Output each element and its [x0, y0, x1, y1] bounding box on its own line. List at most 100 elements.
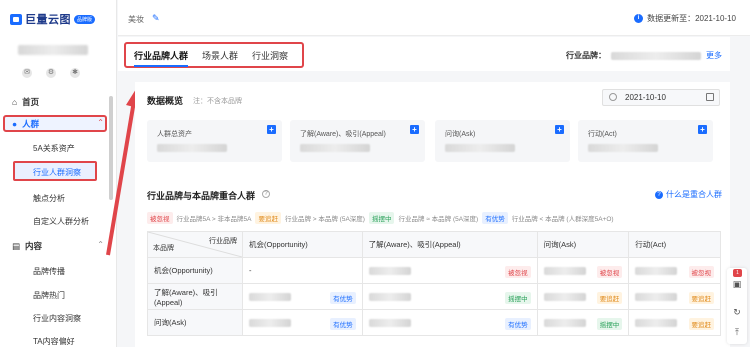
cell-value-redacted: [249, 319, 291, 327]
topbar: 美妆 ✎ i 数据更新至：2021-10-10: [118, 0, 750, 36]
user-name-redacted: [18, 45, 88, 55]
content-icon: ▤: [12, 240, 21, 251]
sidebar-item-industry-crowd[interactable]: 行业人群洞察: [33, 167, 81, 178]
table-row: 问询(Ask) 有优势 有优势 摇摆中 要追赶: [147, 309, 721, 336]
table-cell[interactable]: 有优势: [242, 309, 363, 336]
table-row: 了解(Aware)、吸引(Appeal) 有优势 摇摆中 要追赶 要追赶: [147, 283, 721, 310]
cell-value-redacted: [368, 319, 411, 327]
legend-tag-catch-up: 要追赶: [255, 212, 281, 224]
what-is-overlap-link[interactable]: ? 什么是重合人群: [655, 189, 722, 200]
overview-card-total: 人群总资产 +: [147, 120, 282, 162]
tab-industry-insight[interactable]: 行业洞察: [252, 49, 288, 62]
table-cell[interactable]: 摇摆中: [361, 283, 538, 310]
card-label: 人群总资产: [157, 131, 192, 138]
table-cell[interactable]: 被忽视: [361, 257, 538, 284]
cell-tag: 有优势: [505, 318, 531, 330]
notification-badge: 1: [733, 269, 742, 277]
more-link[interactable]: 更多: [706, 50, 722, 61]
update-info: i 数据更新至：2021-10-10: [634, 13, 736, 24]
sidebar-group-crowd[interactable]: ● 人群: [12, 118, 39, 130]
table-header-row: 行业品牌 本品牌 机会(Opportunity) 了解(Aware)、吸引(Ap…: [147, 231, 721, 258]
add-icon[interactable]: +: [267, 125, 276, 134]
card-value-redacted: [588, 144, 658, 152]
add-icon[interactable]: +: [698, 125, 707, 134]
table-cell: -: [242, 257, 363, 284]
cell-value: -: [249, 266, 252, 275]
table-row: 机会(Opportunity) - 被忽视 被忽视 被忽视: [147, 257, 721, 284]
row-header: 了解(Aware)、吸引(Appeal): [147, 283, 243, 310]
card-label: 问询(Ask): [445, 131, 476, 138]
sidebar-item-brand-spread[interactable]: 品牌传播: [33, 266, 65, 277]
tab-industry-brand-crowd[interactable]: 行业品牌人群: [134, 49, 189, 67]
edit-icon[interactable]: ✎: [152, 13, 160, 24]
refresh-icon[interactable]: ↻: [731, 306, 743, 318]
logo-icon: [10, 13, 22, 25]
sidebar-item-ta-preference[interactable]: TA内容偏好: [33, 336, 75, 347]
table-cell[interactable]: 摇摆中: [536, 309, 630, 336]
cell-tag: 被忽视: [505, 266, 531, 278]
add-icon[interactable]: +: [555, 125, 564, 134]
table-cell[interactable]: 要追赶: [628, 283, 721, 310]
sidebar-item-home[interactable]: ⌂ 首页: [12, 96, 39, 108]
legend-text: 行业品牌 < 本品牌 (人群深度5A+O): [511, 216, 614, 223]
overview-card-ask: 问询(Ask) +: [435, 120, 570, 162]
overlap-title: 行业品牌与本品牌重合人群: [147, 191, 256, 201]
sidebar-group-content[interactable]: ▤ 内容: [12, 240, 42, 252]
add-icon[interactable]: +: [410, 125, 419, 134]
cell-value-redacted: [543, 293, 586, 301]
cell-value-redacted: [635, 293, 678, 301]
cell-value-redacted: [543, 319, 586, 327]
legend-tag-swinging: 摇摆中: [368, 212, 395, 224]
cell-tag: 摇摆中: [596, 318, 623, 330]
floating-toolbar: ▣ ↻ ⤒: [727, 268, 747, 344]
tabs-bar: 行业品牌人群 场景人群 行业洞察 行业品牌： 更多: [118, 37, 730, 71]
cell-tag: 要追赶: [688, 318, 714, 330]
cell-tag: 有优势: [330, 292, 356, 304]
settings-icon[interactable]: ⚙: [46, 68, 56, 78]
cell-value-redacted: [543, 267, 586, 275]
back-to-top-icon[interactable]: ⤒: [731, 326, 743, 338]
cell-tag: 有优势: [330, 318, 356, 330]
cell-tag: 要追赶: [596, 292, 623, 304]
card-value-redacted: [300, 144, 370, 152]
sidebar-item-touchpoint[interactable]: 触点分析: [33, 193, 65, 204]
table-cell[interactable]: 要追赶: [536, 283, 630, 310]
calendar-icon: [706, 93, 714, 101]
date-picker[interactable]: 2021-10-10: [602, 89, 720, 106]
sidebar-item-industry-content[interactable]: 行业内容洞察: [33, 313, 81, 324]
sidebar-item-label: 内容: [25, 241, 43, 251]
user-actions: ✉ ⚙ ✱: [22, 68, 80, 78]
breadcrumb[interactable]: 美妆: [128, 14, 144, 25]
home-icon: ⌂: [12, 97, 18, 107]
cell-tag: 被忽视: [688, 266, 714, 278]
sidebar-item-custom-crowd[interactable]: 自定义人群分析: [33, 216, 89, 227]
table-cell[interactable]: 有优势: [361, 309, 538, 336]
table-cell[interactable]: 被忽视: [628, 257, 721, 284]
cell-value-redacted: [368, 267, 411, 275]
cell-value-redacted: [368, 293, 411, 301]
table-cell[interactable]: 有优势: [242, 283, 363, 310]
tab-scene-crowd[interactable]: 场景人群: [202, 49, 238, 62]
legend-text: 行业品牌 ≈ 本品牌 (5A深度): [398, 216, 479, 223]
cell-tag: 摇摆中: [505, 292, 531, 304]
table-cell[interactable]: 被忽视: [536, 257, 630, 284]
sidebar-item-brand-hot[interactable]: 品牌热门: [33, 290, 65, 301]
corner-bottom-label: 本品牌: [153, 245, 174, 252]
overview-card-aware: 了解(Aware)、吸引(Appeal) +: [290, 120, 425, 162]
logo-badge: 品牌版: [74, 14, 96, 24]
date-value: 2021-10-10: [625, 93, 666, 102]
table-cell[interactable]: 要追赶: [628, 309, 721, 336]
cell-tag: 被忽视: [596, 266, 623, 278]
legend-tag-advantage: 有优势: [482, 212, 508, 224]
question-icon: ?: [655, 190, 663, 199]
info-icon: i: [634, 14, 644, 23]
sidebar-item-5a-assets[interactable]: 5A关系资产: [33, 143, 75, 154]
help-icon[interactable]: ?: [262, 190, 270, 198]
user-icon: ●: [12, 119, 18, 129]
feedback-icon[interactable]: ▣: [731, 278, 743, 290]
gear-icon[interactable]: ✱: [70, 68, 80, 78]
message-icon[interactable]: ✉: [22, 68, 32, 78]
industry-brand-label: 行业品牌：: [566, 51, 606, 60]
logo[interactable]: 巨量云图 品牌版: [10, 11, 96, 27]
legend-tag-ignored: 被忽视: [147, 212, 173, 224]
